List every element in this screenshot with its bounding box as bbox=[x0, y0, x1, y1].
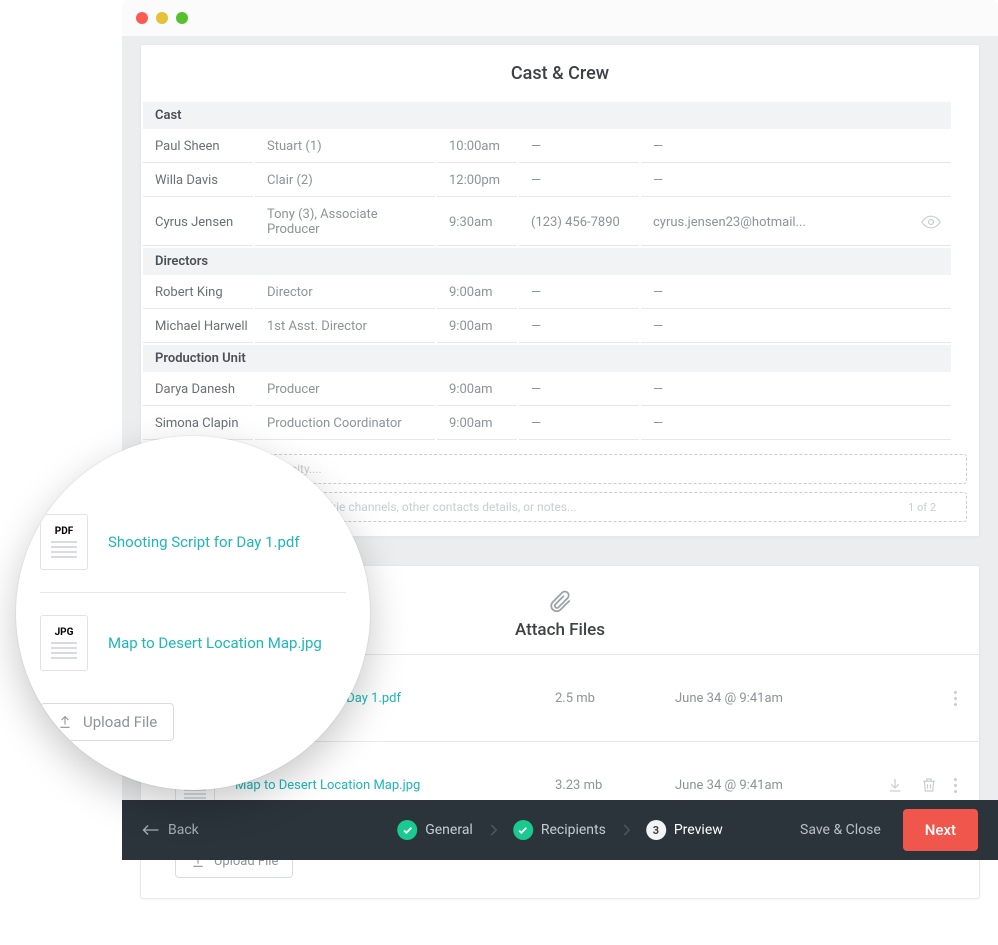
upload-icon bbox=[57, 714, 73, 730]
attach-title: Attach Files bbox=[515, 620, 605, 640]
cell-name: Paul Sheen bbox=[143, 131, 253, 163]
step-number: 3 bbox=[646, 820, 666, 840]
next-button[interactable]: Next bbox=[903, 809, 978, 851]
file-thumb: PDF bbox=[40, 514, 88, 570]
download-icon[interactable] bbox=[886, 776, 904, 794]
cell-role: Clair (2) bbox=[255, 165, 435, 197]
cell-role: Director bbox=[255, 277, 435, 309]
cell-email: — bbox=[641, 131, 951, 163]
save-close-button[interactable]: Save & Close bbox=[800, 822, 881, 838]
page-indicator: 1 of 2 bbox=[908, 501, 956, 514]
cell-time: 9:00am bbox=[437, 311, 517, 343]
step-done-icon bbox=[397, 820, 417, 840]
window-close-icon[interactable] bbox=[136, 12, 148, 24]
cell-time: 9:30am bbox=[437, 199, 517, 246]
cell-phone: — bbox=[519, 408, 639, 440]
more-icon[interactable] bbox=[954, 778, 957, 793]
visibility-icon[interactable] bbox=[921, 215, 941, 229]
section-title: Cast & Crew bbox=[141, 45, 979, 100]
table-row[interactable]: Willa DavisClair (2)12:00pm—— bbox=[143, 165, 951, 197]
window-minimize-icon[interactable] bbox=[156, 12, 168, 24]
group-header: Cast bbox=[143, 102, 951, 129]
wizard-step[interactable]: General bbox=[397, 820, 473, 840]
table-row[interactable]: Darya DaneshProducer9:00am—— bbox=[143, 374, 951, 406]
file-date: June 34 @ 9:41am bbox=[675, 691, 934, 706]
lens-file-name[interactable]: Shooting Script for Day 1.pdf bbox=[108, 533, 300, 551]
group-header: Production Unit bbox=[143, 345, 951, 372]
file-thumb: JPG bbox=[40, 615, 88, 671]
table-row[interactable]: Robert KingDirector9:00am—— bbox=[143, 277, 951, 309]
table-row[interactable]: Cyrus JensenTony (3), Associate Producer… bbox=[143, 199, 951, 246]
cell-phone: — bbox=[519, 374, 639, 406]
lens-upload-label: Upload File bbox=[83, 713, 157, 731]
more-icon[interactable] bbox=[954, 691, 957, 706]
cell-email: — bbox=[641, 374, 951, 406]
chevron-right-icon bbox=[622, 824, 630, 836]
file-date: June 34 @ 9:41am bbox=[675, 778, 866, 793]
cell-phone: (123) 456-7890 bbox=[519, 199, 639, 246]
paperclip-icon bbox=[547, 588, 573, 614]
cell-email: — bbox=[641, 277, 951, 309]
cell-time: 9:00am bbox=[437, 408, 517, 440]
table-row[interactable]: Michael Harwell1st Asst. Director9:00am—… bbox=[143, 311, 951, 343]
cell-role: Tony (3), Associate Producer bbox=[255, 199, 435, 246]
window-zoom-icon[interactable] bbox=[176, 12, 188, 24]
cell-email: — bbox=[641, 165, 951, 197]
cell-role: Stuart (1) bbox=[255, 131, 435, 163]
magnifier-overlay: PDF Shooting Script for Day 1.pdf JPG Map t… bbox=[16, 436, 370, 790]
cell-name: Cyrus Jensen bbox=[143, 199, 253, 246]
cell-role: 1st Asst. Director bbox=[255, 311, 435, 343]
group-header: Directors bbox=[143, 248, 951, 275]
cell-email: — bbox=[641, 408, 951, 440]
cell-phone: — bbox=[519, 311, 639, 343]
cell-name: Robert King bbox=[143, 277, 253, 309]
cell-role: Producer bbox=[255, 374, 435, 406]
lens-file-name[interactable]: Map to Desert Location Map.jpg bbox=[108, 634, 322, 652]
cell-phone: — bbox=[519, 131, 639, 163]
arrow-left-icon bbox=[142, 824, 160, 836]
file-size: 2.5 mb bbox=[555, 691, 655, 706]
crew-table: CastPaul SheenStuart (1)10:00am——Willa D… bbox=[141, 100, 953, 442]
step-label: Preview bbox=[674, 822, 723, 838]
table-row[interactable]: Paul SheenStuart (1)10:00am—— bbox=[143, 131, 951, 163]
wizard-bottom-bar: Back General Recipients 3 Preview Save & Cl… bbox=[122, 800, 998, 860]
cell-email: cyrus.jensen23@hotmail... bbox=[641, 199, 951, 246]
cell-time: 9:00am bbox=[437, 277, 517, 309]
lens-file-row[interactable]: PDF Shooting Script for Day 1.pdf bbox=[40, 492, 346, 592]
cell-time: 12:00pm bbox=[437, 165, 517, 197]
wizard-steps: General Recipients 3 Preview bbox=[397, 820, 723, 840]
file-actions bbox=[886, 776, 957, 794]
file-actions bbox=[954, 691, 957, 706]
back-label: Back bbox=[168, 822, 199, 838]
cell-time: 10:00am bbox=[437, 131, 517, 163]
cell-phone: — bbox=[519, 277, 639, 309]
back-button[interactable]: Back bbox=[142, 822, 199, 838]
chevron-right-icon bbox=[489, 824, 497, 836]
cell-phone: — bbox=[519, 165, 639, 197]
cell-email: — bbox=[641, 311, 951, 343]
window-titlebar bbox=[122, 0, 998, 36]
wizard-step[interactable]: Recipients bbox=[513, 820, 606, 840]
cell-name: Willa Davis bbox=[143, 165, 253, 197]
step-label: Recipients bbox=[541, 822, 606, 838]
file-size: 3.23 mb bbox=[555, 778, 655, 793]
trash-icon[interactable] bbox=[920, 776, 938, 794]
lens-file-row[interactable]: JPG Map to Desert Location Map.jpg bbox=[40, 592, 346, 693]
step-label: General bbox=[425, 822, 473, 838]
cell-time: 9:00am bbox=[437, 374, 517, 406]
wizard-step[interactable]: 3 Preview bbox=[646, 820, 723, 840]
step-done-icon bbox=[513, 820, 533, 840]
cell-name: Michael Harwell bbox=[143, 311, 253, 343]
cell-name: Darya Danesh bbox=[143, 374, 253, 406]
lens-upload-button[interactable]: Upload File bbox=[40, 703, 174, 741]
